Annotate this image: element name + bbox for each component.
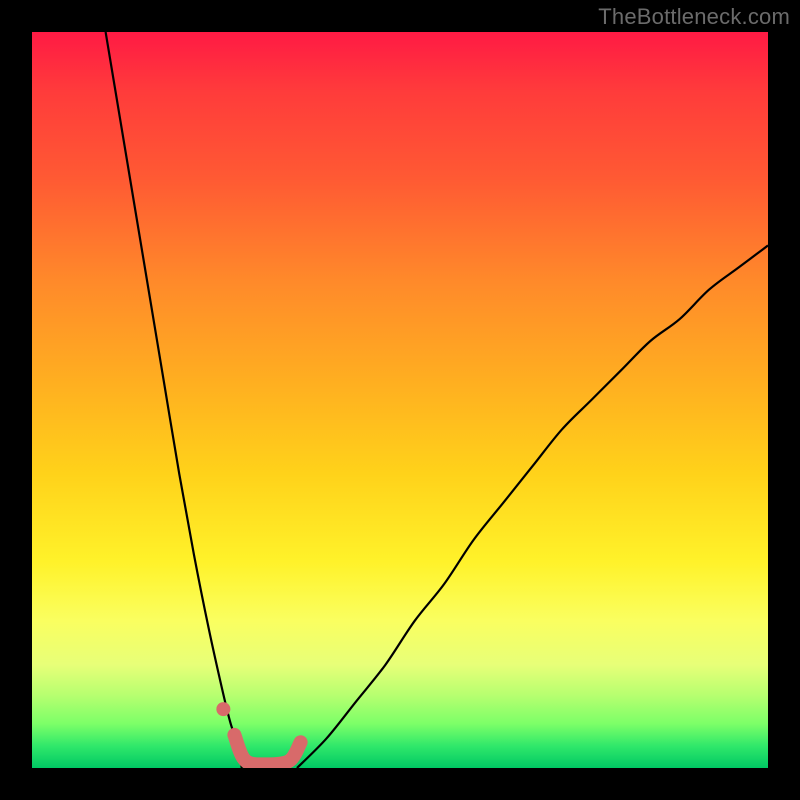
bottom-marker-cluster [234,735,300,765]
isolated-dot [216,702,230,716]
curves-svg [32,32,768,768]
left-descending-curve [106,32,242,768]
chart-frame: TheBottleneck.com [0,0,800,800]
plot-area [32,32,768,768]
right-ascending-curve [297,245,768,768]
watermark-text: TheBottleneck.com [598,4,790,30]
